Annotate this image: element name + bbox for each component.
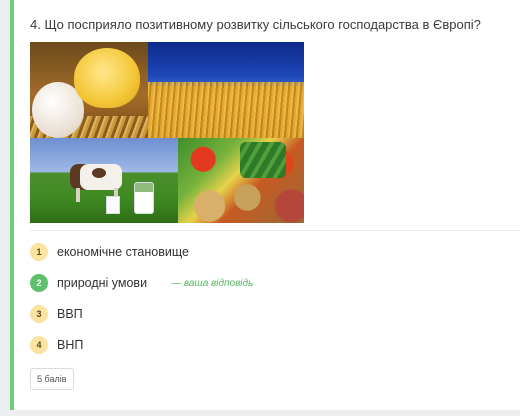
milk-jug	[134, 182, 154, 214]
answer-option-4: 4 ВНП	[30, 335, 83, 355]
option-number-badge: 4	[30, 336, 48, 354]
your-answer-note: — ваша відповідь	[171, 277, 254, 289]
option-label: природні умови	[57, 276, 148, 290]
option-number-badge: 2	[30, 274, 48, 292]
option-label: економічне становище	[57, 245, 189, 259]
cow-spot	[92, 168, 106, 178]
divider	[30, 230, 520, 231]
option-label: ВНП	[57, 338, 84, 352]
option-number-badge: 1	[30, 243, 48, 261]
wheat	[148, 82, 304, 138]
image-chick-egg	[30, 42, 148, 138]
option-number-badge: 3	[30, 305, 48, 323]
cow-leg	[76, 188, 80, 202]
cucumbers	[240, 142, 286, 178]
image-cow-milk	[30, 138, 178, 223]
answer-option-1: 1 економічне становище	[30, 242, 189, 262]
question-text: 4. Що посприяло позитивному розвитку сіл…	[30, 17, 481, 32]
answer-option-2: 2 природні умови — ваша відповідь	[30, 273, 253, 293]
points-badge: 5 балів	[30, 368, 74, 390]
chick	[74, 48, 140, 108]
image-vegetables	[178, 138, 304, 223]
option-label: ВВП	[57, 307, 83, 321]
image-wheat-field	[148, 42, 304, 138]
question-card: 4. Що посприяло позитивному розвитку сіл…	[10, 0, 520, 410]
question-image	[30, 42, 304, 223]
milk-glass	[106, 196, 120, 214]
answer-option-3: 3 ВВП	[30, 304, 83, 324]
